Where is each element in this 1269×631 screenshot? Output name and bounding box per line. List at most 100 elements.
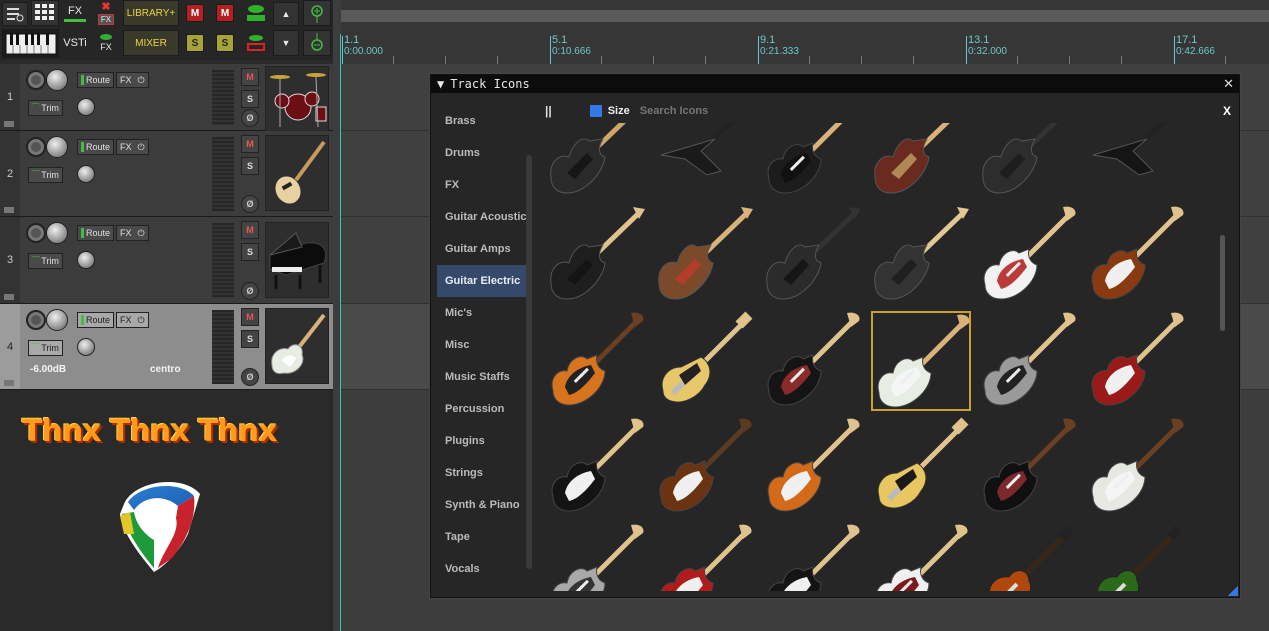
guitar-icon-tile[interactable] [979, 417, 1079, 517]
category-misc[interactable]: Misc [437, 329, 527, 361]
route-button[interactable]: Route [77, 72, 115, 88]
zoom-out-button[interactable] [303, 30, 331, 56]
guitar-icon-tile[interactable] [655, 417, 755, 517]
fx-chain-button[interactable]: FX [93, 30, 119, 56]
dialog-titlebar[interactable]: ▼ Track Icons [431, 75, 1239, 93]
ruler-marker[interactable]: 5.1 0:10.666 [552, 34, 591, 57]
category-scrollbar[interactable] [526, 155, 532, 569]
trim-button[interactable]: ⁀ Trim [28, 167, 63, 183]
library-button[interactable]: LIBRARY+ [123, 0, 179, 26]
record-arm-button[interactable] [26, 223, 46, 243]
phase-invert-button[interactable]: Ø [241, 109, 259, 127]
pan-knob[interactable] [77, 98, 95, 116]
category-percussion[interactable]: Percussion [437, 393, 527, 425]
fx-bypass-button[interactable]: ✖ FX [93, 0, 119, 26]
guitar-icon-tile[interactable] [547, 123, 647, 199]
volume-knob[interactable] [46, 136, 68, 158]
route-button[interactable]: Route [77, 225, 115, 241]
ruler-marker[interactable]: 9.1 0:21.333 [760, 34, 799, 57]
track-mute-button[interactable]: M [241, 135, 259, 153]
category-synth-piano[interactable]: Synth & Piano [437, 489, 527, 521]
guitar-icon-tile[interactable] [763, 523, 863, 591]
guitar-icon-tile[interactable] [979, 123, 1079, 199]
guitar-icon-tile[interactable] [763, 205, 863, 305]
record-monitor-toggle[interactable] [243, 30, 269, 56]
track-fx-button[interactable]: FX ⏻ [116, 72, 149, 88]
category-music-staffs[interactable]: Music Staffs [437, 361, 527, 393]
track-number[interactable]: 4 [0, 304, 20, 389]
track-solo-button[interactable]: S [241, 243, 259, 261]
dialog-close-button[interactable]: ✕ [1223, 76, 1234, 92]
guitar-icon-tile[interactable] [979, 205, 1079, 305]
trim-button[interactable]: ⁀ Trim [28, 253, 63, 269]
mute-all-button[interactable]: M [186, 4, 204, 22]
route-button[interactable]: Route [77, 139, 115, 155]
category-guitar-acoustic[interactable]: Guitar Acoustic [437, 201, 527, 233]
guitar-icon-tile[interactable] [547, 311, 647, 411]
guitar-icon-tile[interactable] [763, 417, 863, 517]
track-fx-button[interactable]: FX ⏻ [116, 139, 149, 155]
guitar-icon-tile[interactable] [655, 123, 755, 199]
guitar-icon-tile[interactable] [871, 311, 971, 411]
resize-grip-icon[interactable] [1228, 586, 1238, 596]
guitar-icon-tile[interactable] [979, 311, 1079, 411]
guitar-icon-tile[interactable] [655, 205, 755, 305]
grid-view-icon[interactable] [31, 0, 59, 26]
ruler-marker[interactable]: 13.1 0:32.000 [968, 34, 1007, 57]
guitar-icon-tile[interactable] [1087, 123, 1187, 199]
track-mute-button[interactable]: M [241, 68, 259, 86]
guitar-icon-tile[interactable] [871, 205, 971, 305]
category-drums[interactable]: Drums [437, 137, 527, 169]
track-mute-button[interactable]: M [241, 308, 259, 326]
category-brass[interactable]: Brass [437, 105, 527, 137]
pause-button[interactable]: || [545, 104, 552, 118]
icon-grid-scrollbar[interactable] [1220, 235, 1225, 331]
menu-toggle-icon[interactable] [2, 2, 28, 26]
phase-invert-button[interactable]: Ø [241, 368, 259, 386]
guitar-icon-tile[interactable] [547, 523, 647, 591]
category-plugins[interactable]: Plugins [437, 425, 527, 457]
category-fx[interactable]: FX [437, 169, 527, 201]
volume-knob[interactable] [46, 222, 68, 244]
guitar-icon-tile[interactable] [1087, 417, 1187, 517]
trim-button[interactable]: ⁀ Trim [28, 100, 63, 116]
guitar-icon-tile[interactable] [871, 417, 971, 517]
guitar-icon-tile[interactable] [871, 123, 971, 199]
route-button[interactable]: Route [77, 312, 115, 328]
guitar-icon-tile[interactable] [1087, 205, 1187, 305]
category-vocals[interactable]: Vocals [437, 553, 527, 585]
record-arm-button[interactable] [26, 70, 46, 90]
category-mic-s[interactable]: Mic's [437, 297, 527, 329]
scroll-down-button[interactable]: ▼ [273, 30, 299, 56]
track-2[interactable]: 2 Route FX ⏻ ⁀ Trim M S Ø [0, 131, 333, 217]
guitar-icon-tile[interactable] [763, 311, 863, 411]
guitar-icon-tile[interactable] [763, 123, 863, 199]
guitar-icon-tile[interactable] [1087, 523, 1187, 591]
mixer-button[interactable]: MIXER [123, 30, 179, 56]
guitar-icon-tile[interactable] [655, 523, 755, 591]
search-icons-input[interactable] [639, 105, 1160, 117]
track-3[interactable]: 3 Route FX ⏻ ⁀ Trim M S Ø [0, 217, 333, 304]
ruler-marker[interactable]: 17.1 0:42.666 [1176, 34, 1215, 57]
search-clear-button[interactable]: X [1223, 104, 1231, 118]
guitar-icon-tile[interactable] [871, 523, 971, 591]
unsolo-all-button[interactable]: S [216, 34, 234, 52]
track-solo-button[interactable]: S [241, 157, 259, 175]
record-arm-button[interactable] [26, 310, 46, 330]
track-icon-thumbnail[interactable] [265, 221, 329, 298]
monitor-toggle[interactable] [243, 0, 269, 26]
track-icon-thumbnail[interactable] [265, 135, 329, 211]
pan-knob[interactable] [77, 338, 95, 356]
fx-toolbar-button[interactable]: FX [61, 0, 89, 26]
track-solo-button[interactable]: S [241, 90, 259, 108]
track-fx-button[interactable]: FX ⏻ [116, 312, 149, 328]
keyboard-icon[interactable] [2, 29, 59, 58]
guitar-icon-tile[interactable] [547, 205, 647, 305]
guitar-icon-tile[interactable] [655, 311, 755, 411]
guitar-icon-tile[interactable] [1087, 311, 1187, 411]
scroll-up-button[interactable]: ▲ [273, 2, 299, 26]
record-arm-button[interactable] [26, 137, 46, 157]
zoom-in-button[interactable] [303, 0, 331, 26]
pan-knob[interactable] [77, 165, 95, 183]
size-checkbox[interactable] [589, 105, 602, 117]
